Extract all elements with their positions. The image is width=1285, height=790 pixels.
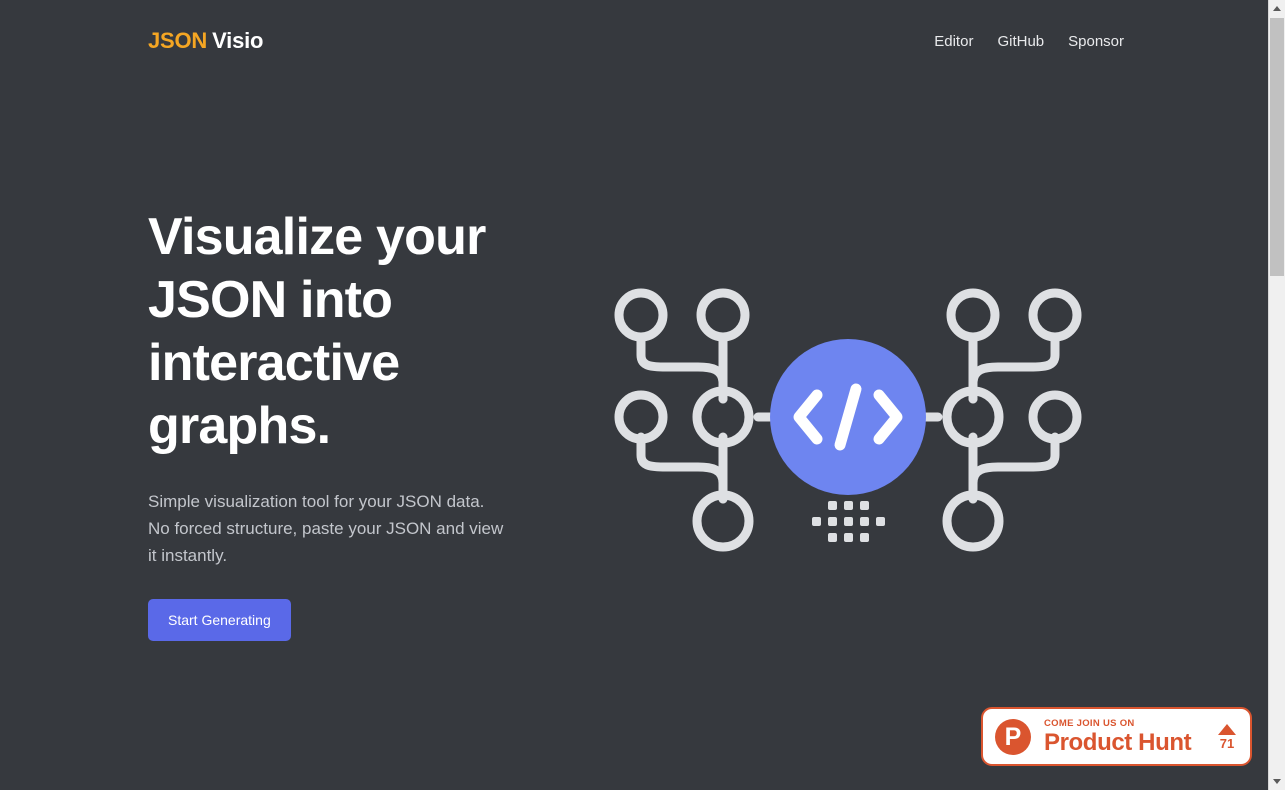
brand-logo-visio: Visio — [212, 28, 264, 53]
edge-left-bottom-curve — [636, 432, 728, 504]
node-right-top-mid — [946, 288, 1000, 342]
page-root: JSON Visio Editor GitHub Sponsor Visualiz… — [0, 0, 1268, 790]
brand-logo-json: JSON — [148, 28, 208, 53]
brand-logo[interactable]: JSON Visio — [148, 28, 263, 54]
product-hunt-kicker: COME JOIN US ON — [1044, 717, 1135, 729]
hero-section: Visualize your JSON into interactive gra… — [0, 82, 1268, 682]
node-left-top-leaf — [614, 288, 668, 342]
site-header: JSON Visio Editor GitHub Sponsor — [0, 0, 1268, 82]
product-hunt-vote[interactable]: 71 — [1218, 723, 1236, 751]
main-nav: Editor GitHub Sponsor — [934, 33, 1124, 50]
hero-copy: Visualize your JSON into interactive gra… — [148, 206, 548, 641]
scroll-thumb[interactable] — [1270, 18, 1284, 276]
hero-subtitle: Simple visualization tool for your JSON … — [148, 492, 504, 565]
scroll-up-arrow-icon[interactable] — [1269, 0, 1285, 17]
dot-grid — [812, 501, 885, 542]
hero-graphic — [598, 277, 1098, 557]
product-hunt-text: COME JOIN US ON Product Hunt — [1044, 718, 1218, 756]
nav-link-editor[interactable]: Editor — [934, 33, 973, 50]
nav-link-github[interactable]: GitHub — [997, 33, 1044, 50]
upvote-arrow-icon — [1218, 723, 1236, 735]
node-right-bottom-leaf — [1028, 390, 1082, 444]
product-hunt-logo-icon: P — [995, 718, 1031, 755]
edge-right-bottom-curve — [968, 432, 1060, 504]
nav-link-sponsor[interactable]: Sponsor — [1068, 33, 1124, 50]
start-generating-button[interactable]: Start Generating — [148, 599, 291, 641]
node-right-top-leaf — [1028, 288, 1082, 342]
node-left-top-mid — [696, 288, 750, 342]
product-hunt-name: Product Hunt — [1044, 728, 1192, 756]
hero-title: Visualize your JSON into interactive gra… — [148, 208, 486, 455]
vertical-scrollbar[interactable] — [1268, 0, 1285, 790]
json-graph-illustration — [614, 288, 1082, 552]
product-hunt-badge[interactable]: P COME JOIN US ON Product Hunt 71 — [981, 707, 1252, 766]
upvote-count: 71 — [1219, 735, 1235, 751]
node-left-bottom-leaf — [614, 390, 668, 444]
scroll-down-arrow-icon[interactable] — [1269, 773, 1285, 790]
